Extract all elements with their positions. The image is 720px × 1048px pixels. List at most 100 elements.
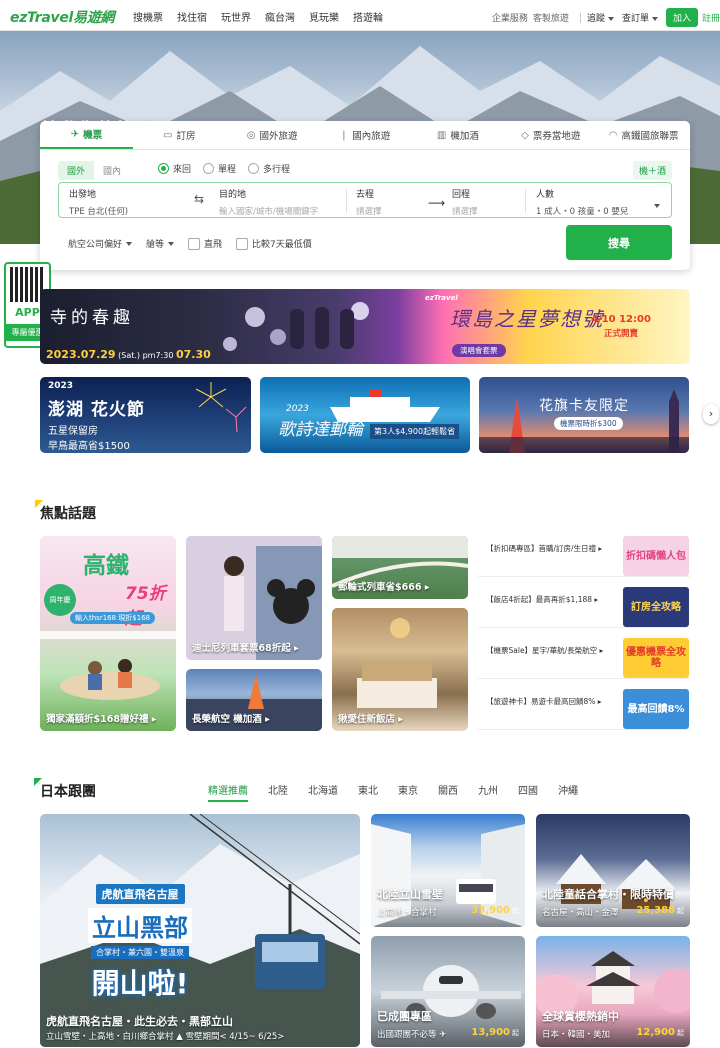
poster-big: 開山啦! [91, 967, 189, 1000]
tour-title: 虎航直飛名古屋・此生必去・黑部立山 [46, 1015, 233, 1028]
return-date-field[interactable]: 回程 請選擇 [452, 187, 478, 217]
focus-card-cruise-train[interactable]: 郵輪式列車省$666 ▸ [332, 536, 468, 599]
list-item-travel-card[interactable]: 【旅遊神卡】易遊卡最高回饋8% ▸ 最高回饋8% [478, 689, 690, 730]
search-button[interactable]: 搜尋 [566, 225, 672, 260]
origin-field[interactable]: 出發地 TPE 台北(任何) [69, 187, 128, 217]
promo-banner-cruise[interactable]: 2023 歌詩達郵輪 第3人$4,900起輕鬆省 [260, 377, 470, 453]
depart-placeholder: 請選擇 [356, 207, 382, 217]
tab-domestic-tours[interactable]: ❘ 國內旅遊 [319, 121, 412, 149]
logo[interactable]: ezTravel易遊網 [10, 7, 114, 27]
nav-item-taiwan[interactable]: 瘋台灣 [258, 9, 302, 24]
tab-okinawa[interactable]: 沖繩 [558, 782, 578, 802]
return-placeholder: 請選擇 [452, 207, 478, 217]
list-item-thumb: 訂房全攻略 [623, 587, 689, 627]
price-unit: 起 [512, 1029, 519, 1037]
tab-featured[interactable]: 精選推薦 [208, 782, 248, 802]
tab-hokuriku[interactable]: 北陸 [268, 782, 288, 802]
open-time-label: 正式開賣 [603, 329, 638, 339]
trip-type-radios: 來回 單程 多行程 [158, 162, 290, 175]
region-domestic[interactable]: 國內 [94, 161, 130, 180]
focus-card-new-hotel[interactable]: 揪愛住新飯店 ▸ [332, 608, 468, 731]
flight-hotel-chip[interactable]: 機＋酒 [632, 161, 672, 180]
tab-tickets[interactable]: ◇ 票券當地遊 [504, 121, 597, 149]
nav-item-activities[interactable]: 覓玩樂 [302, 9, 346, 24]
tab-overseas-tours[interactable]: ◎ 國外旅遊 [226, 121, 319, 149]
poster-tag: 虎航直飛名古屋 [95, 884, 185, 904]
direct-checkbox[interactable]: 直飛 [188, 237, 222, 250]
open-time-value: 4/10 12:00 [591, 314, 651, 325]
list-item-hotel-sale[interactable]: 【飯店4折起】最高再折$1,188 ▸ 訂房全攻略 [478, 587, 690, 628]
poster-name: 立山黑部 [88, 908, 192, 943]
price-unit: 起 [677, 907, 684, 915]
tour-card-snow-wall[interactable]: 北陸立山雪壁 上高地・合掌村 33,900 起 [371, 814, 525, 927]
chevron-down-icon[interactable] [654, 204, 660, 208]
register-link[interactable]: 註冊 [702, 11, 720, 24]
cabin-label: 艙等 [146, 240, 165, 250]
region-overseas[interactable]: 國外 [58, 161, 95, 180]
building-icon: ▥ [436, 129, 447, 141]
destination-field[interactable]: 目的地 輸入國家/城市/機場關鍵字 [219, 187, 318, 217]
tab-flight-hotel[interactable]: ▥ 機加酒 [411, 121, 504, 149]
focus-card-hsr[interactable]: 高鐵 周年慶 75折起 輸入thsr168 現折$168 獨家滿額折$168贈好… [40, 536, 176, 731]
tab-kyushu[interactable]: 九州 [478, 782, 498, 802]
checkbox-box [188, 237, 201, 250]
tab-hokkaido[interactable]: 北海道 [308, 782, 338, 802]
destination-label: 目的地 [219, 190, 247, 200]
tour-card-shirakawago[interactable]: 北陸童話合掌村・限時特價 名古屋・高山・金澤 25,388 起 [536, 814, 690, 927]
join-button[interactable]: 加入 [665, 8, 698, 27]
orders-dropdown[interactable]: 查訂單 [622, 11, 658, 24]
tracking-dropdown[interactable]: 追蹤 [587, 11, 614, 24]
radio-oneway[interactable]: 單程 [203, 162, 236, 175]
list-item-flight-sale[interactable]: 【機票Sale】星宇/華航/長榮航空 ▸ 優惠機票全攻略 [478, 638, 690, 679]
tab-flights[interactable]: ✈ 機票 [40, 121, 133, 149]
price-value: 25,388 [636, 905, 675, 916]
promo-banner-citibank[interactable]: 花旗卡友限定 機票限時折$300 [479, 377, 689, 453]
airline-preference-dropdown[interactable]: 航空公司偏好 [68, 237, 133, 250]
nav-item-hotels[interactable]: 找住宿 [170, 9, 214, 24]
passenger-label: 人數 [536, 190, 555, 200]
nav-item-world[interactable]: 玩世界 [214, 9, 258, 24]
card-caption: 迪士尼列車套票68折起 ▸ [192, 643, 299, 654]
price-value: 12,900 [636, 1027, 675, 1038]
main-promo-banner[interactable]: 寺的春趣 2023.07.29 (Sat.) pm7:30 07.30 ezTr… [40, 289, 690, 364]
tab-tohoku[interactable]: 東北 [358, 782, 378, 802]
tour-title: 北陸童話合掌村・限時特價 [542, 888, 674, 901]
search-panel: ✈ 機票 ▭ 訂房 ◎ 國外旅遊 ❘ 國內旅遊 ▥ 機加酒 ◇ 票券當地遊 ◠ 高鐵國旅聯票 … [40, 121, 690, 270]
cabin-dropdown[interactable]: 艙等 [146, 237, 175, 250]
tab-kansai[interactable]: 關西 [438, 782, 458, 802]
list-item-text: 【旅遊神卡】易遊卡最高回饋8% ▸ [486, 697, 602, 706]
depart-date-field[interactable]: 去程 請選擇 [356, 187, 382, 217]
nav-item-flights[interactable]: 搜機票 [126, 9, 170, 24]
tab-tokyo[interactable]: 東京 [398, 782, 418, 802]
radio-multicity[interactable]: 多行程 [248, 162, 290, 175]
carousel-next-button[interactable]: › [703, 404, 719, 424]
nav-item-cruise[interactable]: 搭遊輪 [346, 9, 390, 24]
swap-icon[interactable]: ⇆ [194, 192, 204, 206]
promo-banner-penghu[interactable]: 2023 澎湖 花火節 五星保留房 早鳥最高省$1500 [40, 377, 251, 453]
passenger-field[interactable]: 人數 1 成人・0 孩童・0 嬰兒 [536, 187, 628, 217]
tour-poster-text: 虎航直飛名古屋 立山黑部 合掌村・兼六園・雙溫泉 開山啦! [65, 884, 215, 1002]
return-label: 回程 [452, 190, 471, 200]
custom-travel-link[interactable]: 客製旅遊 [533, 11, 569, 24]
tab-hsr-pass[interactable]: ◠ 高鐵國旅聯票 [597, 121, 690, 149]
radio-label: 來回 [173, 165, 192, 175]
tour-card-confirmed[interactable]: 已成團專區 出國跟團不必等 ✈ 13,900 起 [371, 936, 525, 1047]
site-header: ezTravel易遊網 搜機票 找住宿 玩世界 瘋台灣 覓玩樂 搭遊輪 企業服務… [0, 0, 720, 31]
tour-card-tateyama[interactable]: 虎航直飛名古屋 立山黑部 合掌村・兼六園・雙溫泉 開山啦! 虎航直飛名古屋・此生… [40, 814, 360, 1047]
header-right: 企業服務 客製旅遊 追蹤 查訂單 加入 註冊 [492, 8, 720, 27]
card-caption: 郵輪式列車省$666 ▸ [338, 582, 430, 593]
focus-card-eva-air[interactable]: 長榮航空 機加酒 ▸ [186, 669, 322, 731]
divider [346, 189, 347, 213]
tab-shikoku[interactable]: 四國 [518, 782, 538, 802]
list-item-coupons[interactable]: 【折扣碼專區】首購/訂房/生日禮 ▸ 折扣碼懶人包 [478, 536, 690, 577]
enterprise-link[interactable]: 企業服務 [492, 11, 528, 24]
tour-price: 25,388 起 [636, 905, 684, 916]
tour-title: 北陸立山雪壁 [377, 888, 443, 901]
radio-roundtrip[interactable]: 來回 [158, 162, 191, 175]
search-options: 航空公司偏好 艙等 直飛 比較7天最低價 [68, 237, 326, 250]
compare-checkbox[interactable]: 比較7天最低價 [236, 237, 312, 250]
tour-card-cherry-blossom[interactable]: 全球賞櫻熱銷中 日本・韓國・美加 12,900 起 [536, 936, 690, 1047]
tab-hotels[interactable]: ▭ 訂房 [133, 121, 226, 149]
focus-card-disney-train[interactable]: 迪士尼列車套票68折起 ▸ [186, 536, 322, 660]
japan-region-tabs: 精選推薦 北陸 北海道 東北 東京 關西 九州 四國 沖繩 [208, 782, 598, 802]
